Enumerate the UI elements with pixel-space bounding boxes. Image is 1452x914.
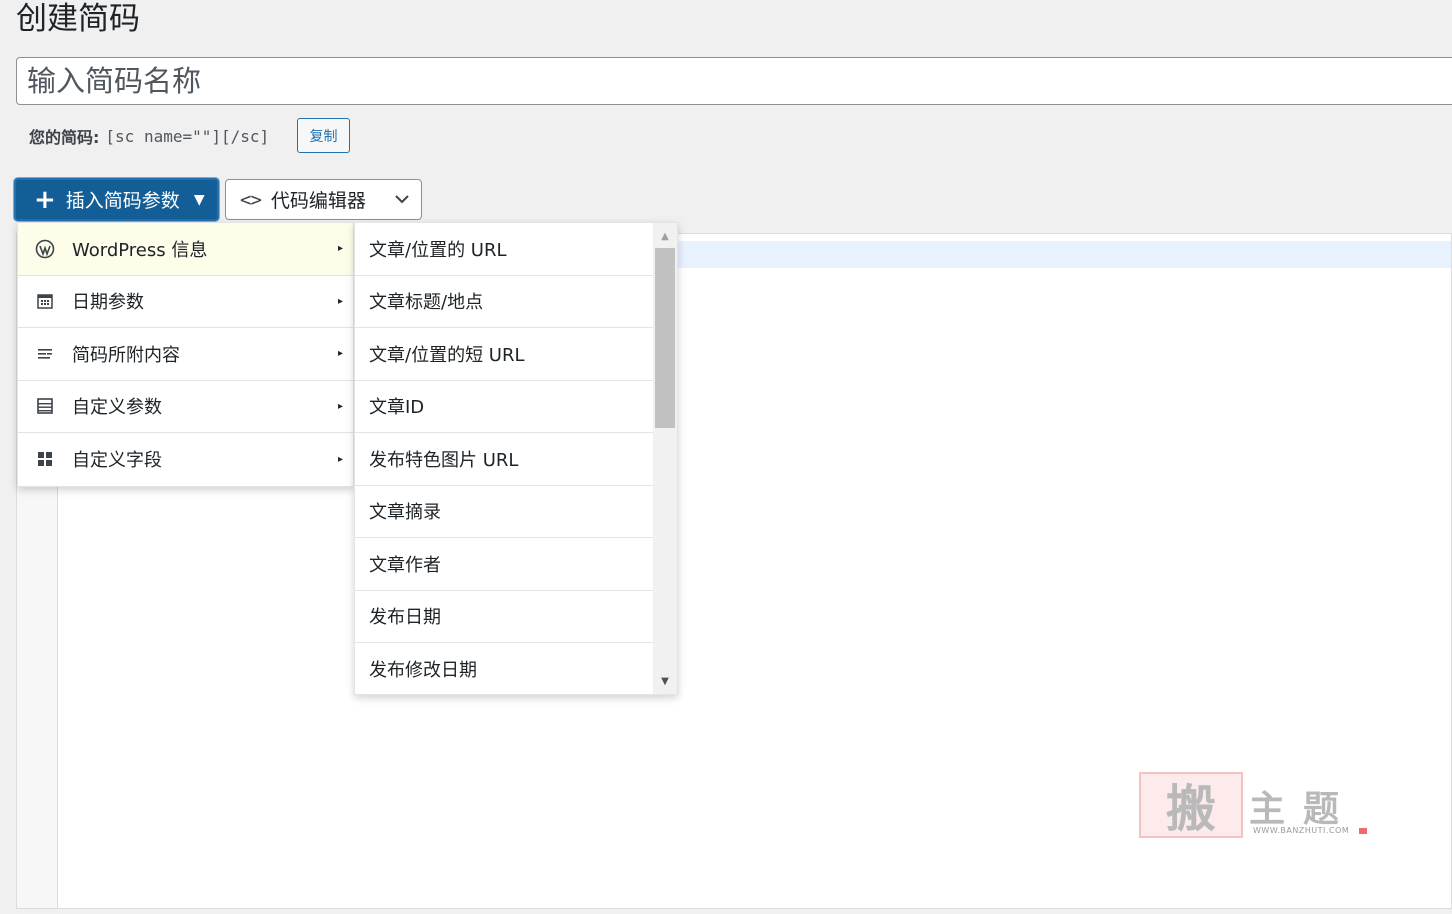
submenu-item[interactable]: 文章摘录 [355,486,653,538]
code-icon: <> [240,188,262,211]
page-title: 创建简码 [16,1,140,37]
insert-shortcode-param-button[interactable]: + 插入简码参数 ▼ [14,178,219,221]
shortcode-display: 您的简码: [sc name=""][/sc] [29,121,269,151]
wordpress-info-submenu: 文章/位置的 URL 文章标题/地点 文章/位置的短 URL 文章ID 发布特色… [354,222,678,695]
code-editor-label: 代码编辑器 [270,190,366,212]
menu-item-custom-params[interactable]: 自定义参数 ▸ [18,381,353,433]
scrollbar-thumb[interactable] [655,248,675,428]
submenu-item[interactable]: 文章/位置的短 URL [355,328,653,381]
menu-item-label: 日期参数 [72,292,144,314]
submenu-scrollbar[interactable]: ▲ ▼ [653,223,677,694]
watermark-stamp: 搬 [1139,772,1243,838]
param-category-menu: WordPress 信息 ▸ 日期参数 ▸ 简码所附内容 ▸ 自定义参数 ▸ 自… [17,222,354,487]
caret-right-icon: ▸ [337,400,343,412]
code-editor-dropdown[interactable]: <> 代码编辑器 [225,179,422,220]
caret-down-icon: ▼ [193,191,205,208]
submenu-item[interactable]: 文章标题/地点 [355,276,653,328]
menu-item-label: 自定义参数 [72,397,162,419]
chevron-down-icon [393,190,411,213]
plus-icon: + [34,184,56,215]
menu-item-label: WordPress 信息 [72,239,208,261]
watermark-title: 主题 [1249,789,1358,830]
submenu-item[interactable]: 发布日期 [355,591,653,643]
caret-right-icon: ▸ [337,295,343,307]
wordpress-icon [34,238,56,260]
insert-shortcode-param-label: 插入简码参数 [65,190,180,212]
submenu-item[interactable]: 发布修改日期 [355,643,653,694]
calendar-icon [34,290,56,312]
watermark-logo: 搬 主题 WWW.BANZHUTI.COM [1139,772,1369,838]
caret-right-icon: ▸ [337,243,343,255]
submenu-item[interactable]: 文章/位置的 URL [355,223,653,276]
caret-right-icon: ▸ [337,453,343,465]
shortcode-name-input[interactable] [16,57,1452,105]
caret-right-icon: ▸ [337,348,343,360]
grid-icon [34,448,56,470]
menu-item-date-params[interactable]: 日期参数 ▸ [18,276,353,328]
list-view-icon [34,395,56,417]
menu-item-label: 简码所附内容 [72,344,180,366]
menu-item-label: 自定义字段 [72,450,162,472]
menu-item-wordpress-info[interactable]: WordPress 信息 ▸ [18,223,353,276]
scroll-down-arrow-icon[interactable]: ▼ [653,670,677,692]
scroll-up-arrow-icon[interactable]: ▲ [653,225,677,247]
submenu-item[interactable]: 文章作者 [355,538,653,591]
copy-button[interactable]: 复制 [297,118,350,153]
menu-item-enclosed-content[interactable]: 简码所附内容 ▸ [18,328,353,381]
menu-item-custom-fields[interactable]: 自定义字段 ▸ [18,433,353,486]
shortcode-code: [sc name=""][/sc] [105,126,270,146]
shortcode-label: 您的简码: [29,128,100,147]
watermark-url: WWW.BANZHUTI.COM [1253,826,1350,835]
text-align-icon [34,343,56,365]
watermark-mark [1359,828,1367,834]
submenu-item[interactable]: 发布特色图片 URL [355,433,653,486]
submenu-item[interactable]: 文章ID [355,381,653,433]
